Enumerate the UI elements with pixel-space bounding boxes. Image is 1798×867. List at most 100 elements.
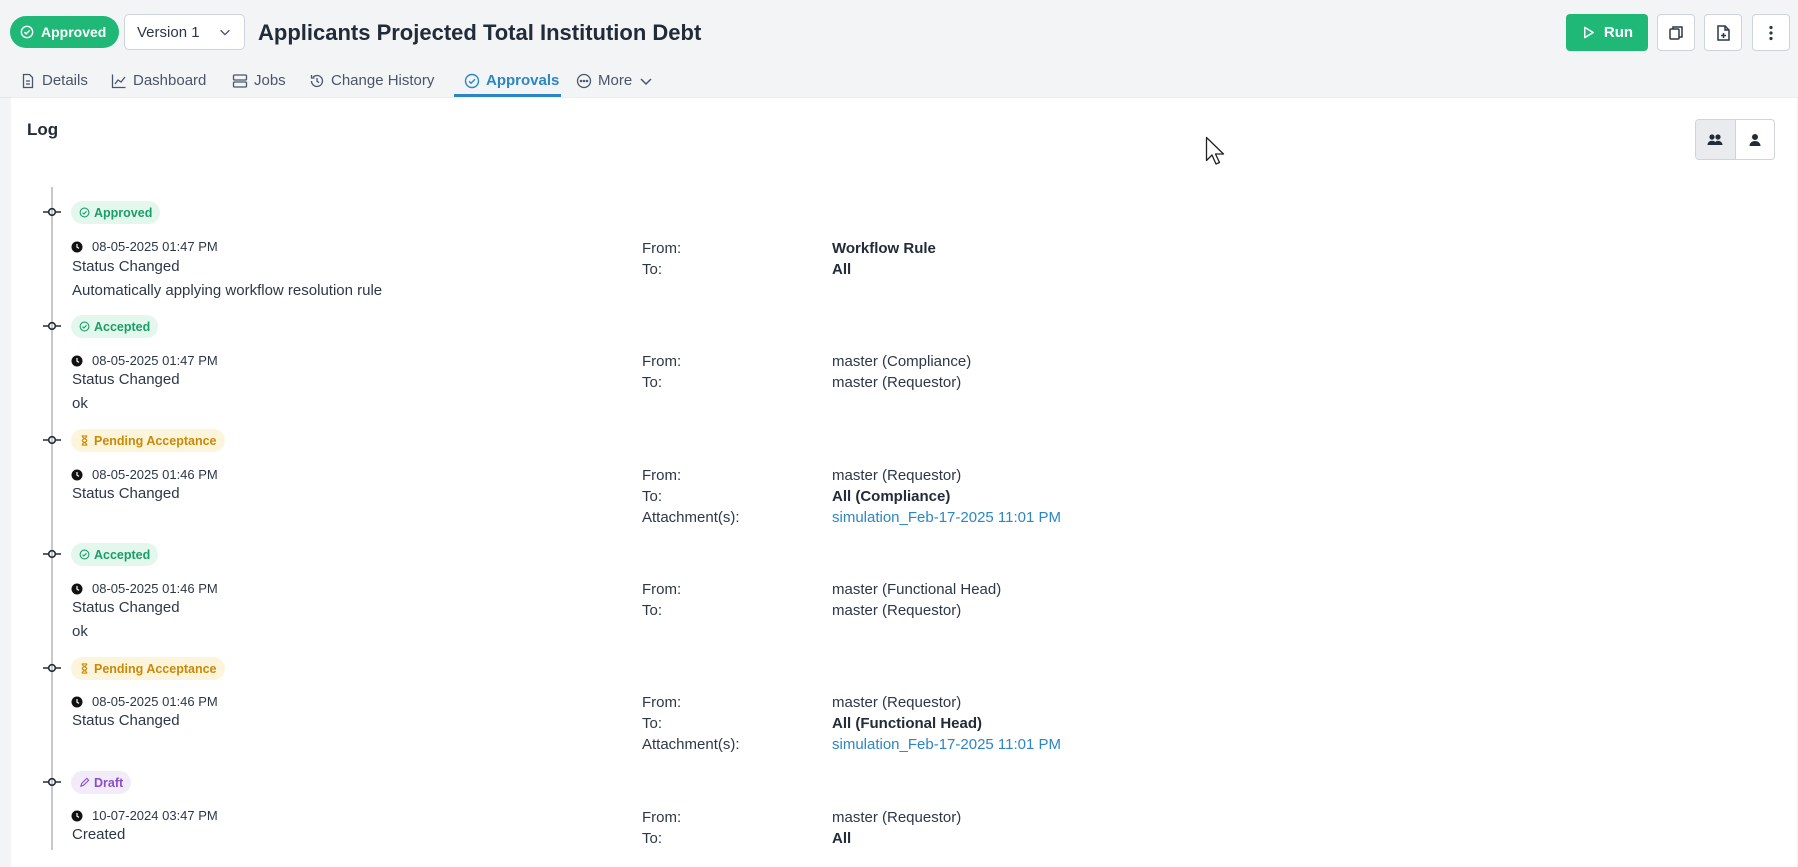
timeline-node-icon — [43, 663, 61, 673]
hourglass-icon — [81, 435, 88, 446]
status-badge: Approved — [71, 201, 161, 224]
tab-approvals-label: Approvals — [486, 72, 560, 89]
attachment-label: Attachment(s): — [642, 736, 740, 753]
log-entry: Accepted 08-05-2025 01:46 PM Status Chan… — [0, 543, 1798, 660]
file-add-icon — [1717, 24, 1730, 41]
pencil-icon — [79, 777, 90, 788]
from-label: From: — [642, 240, 682, 257]
from-label: From: — [642, 581, 682, 598]
to-value: All (Functional Head) — [832, 715, 982, 732]
from-value: master (Compliance) — [832, 353, 972, 370]
to-value: All (Compliance) — [832, 488, 951, 505]
clock-icon — [71, 241, 83, 252]
check-circle-icon — [79, 207, 90, 218]
copy-icon — [1669, 25, 1683, 40]
users-icon — [1707, 133, 1723, 145]
from-value: master (Requestor) — [832, 809, 962, 826]
export-button[interactable] — [1704, 14, 1742, 51]
badge-label: Draft — [94, 775, 124, 790]
entry-timestamp: 08-05-2025 01:47 PM — [71, 353, 218, 368]
from-value: Workflow Rule — [832, 240, 936, 257]
entry-action: Created — [72, 826, 126, 843]
tab-jobs[interactable]: Jobs — [232, 64, 286, 97]
history-icon — [310, 74, 324, 87]
clock-icon — [71, 355, 83, 366]
single-view-button[interactable] — [1736, 120, 1775, 159]
status-badge: Pending Acceptance — [71, 429, 225, 452]
attachment-link[interactable]: simulation_Feb-17-2025 11:01 PM — [832, 509, 1061, 526]
run-button-label: Run — [1603, 24, 1634, 41]
more-icon — [576, 73, 592, 88]
group-view-button[interactable] — [1696, 120, 1736, 159]
entry-action: Status Changed — [72, 485, 180, 502]
badge-label: Accepted — [94, 319, 151, 334]
tab-details[interactable]: Details — [20, 64, 88, 97]
attachment-link[interactable]: simulation_Feb-17-2025 11:01 PM — [832, 736, 1061, 753]
entry-timestamp: 08-05-2025 01:47 PM — [71, 239, 218, 254]
entry-timestamp: 08-05-2025 01:46 PM — [71, 467, 218, 482]
duplicate-button[interactable] — [1657, 14, 1695, 51]
status-badge: Accepted — [71, 315, 159, 338]
clock-icon — [71, 810, 83, 821]
status-badge: Draft — [71, 771, 132, 794]
server-icon — [232, 73, 248, 88]
badge-label: Pending Acceptance — [94, 661, 217, 676]
tab-change-history-label: Change History — [331, 72, 435, 89]
from-label: From: — [642, 694, 682, 711]
version-select-value: Version 1 — [137, 23, 200, 41]
timestamp-text: 08-05-2025 01:47 PM — [92, 353, 218, 368]
to-value: All — [832, 830, 852, 847]
version-select[interactable]: Version 1 — [124, 14, 245, 50]
tab-dashboard[interactable]: Dashboard — [111, 64, 206, 97]
clock-icon — [71, 469, 83, 480]
from-value: master (Requestor) — [832, 467, 962, 484]
chevron-down-icon — [640, 77, 652, 85]
user-icon — [1749, 133, 1761, 146]
chevron-down-icon — [220, 29, 230, 36]
timeline-node-icon — [43, 435, 61, 445]
timeline-node-icon — [43, 321, 61, 331]
check-circle-icon — [464, 73, 480, 88]
to-value: master (Requestor) — [832, 602, 962, 619]
more-options-button[interactable] — [1752, 14, 1790, 51]
log-title: Log — [27, 120, 59, 139]
attachment-label: Attachment(s): — [642, 509, 740, 526]
status-badge: Accepted — [71, 543, 159, 566]
status-badge-label: Approved — [41, 24, 107, 40]
run-button[interactable]: Run — [1566, 14, 1648, 51]
status-badge: Approved — [10, 16, 120, 48]
kebab-menu-icon — [1769, 25, 1773, 40]
tab-dashboard-label: Dashboard — [133, 72, 207, 89]
to-label: To: — [642, 830, 663, 847]
tab-change-history[interactable]: Change History — [309, 64, 434, 97]
play-icon — [1583, 26, 1594, 39]
tab-approvals[interactable]: Approvals — [464, 64, 559, 97]
view-toggle — [1695, 119, 1775, 160]
to-value: master (Requestor) — [832, 374, 962, 391]
entry-action: Status Changed — [72, 258, 180, 275]
timestamp-text: 10-07-2024 03:47 PM — [92, 808, 218, 823]
tab-bar: Details Dashboard Jobs Change History Ap… — [0, 64, 1798, 98]
to-value: All — [832, 261, 852, 278]
entry-action: Status Changed — [72, 371, 180, 388]
entry-note: Automatically applying workflow resoluti… — [72, 282, 383, 299]
to-label: To: — [642, 261, 663, 278]
check-circle-icon — [79, 549, 90, 560]
log-entry: Approved 08-05-2025 01:47 PM Status Chan… — [0, 201, 1798, 318]
clock-icon — [71, 696, 83, 707]
timeline-node-icon — [43, 207, 61, 217]
badge-label: Pending Acceptance — [94, 433, 217, 448]
timestamp-text: 08-05-2025 01:46 PM — [92, 467, 218, 482]
to-label: To: — [642, 715, 663, 732]
top-bar: Approved Version 1 Applicants Projected … — [0, 0, 1798, 64]
entry-note: ok — [72, 623, 88, 640]
entry-timestamp: 08-05-2025 01:46 PM — [71, 694, 218, 709]
log-entry: Pending Acceptance 08-05-2025 01:46 PM S… — [0, 429, 1798, 546]
timestamp-text: 08-05-2025 01:46 PM — [92, 694, 218, 709]
hourglass-icon — [81, 663, 88, 674]
timeline-node-icon — [43, 549, 61, 559]
entry-action: Status Changed — [72, 712, 180, 729]
document-icon — [22, 73, 34, 88]
tab-more[interactable]: More — [576, 64, 654, 97]
chart-icon — [111, 74, 126, 88]
